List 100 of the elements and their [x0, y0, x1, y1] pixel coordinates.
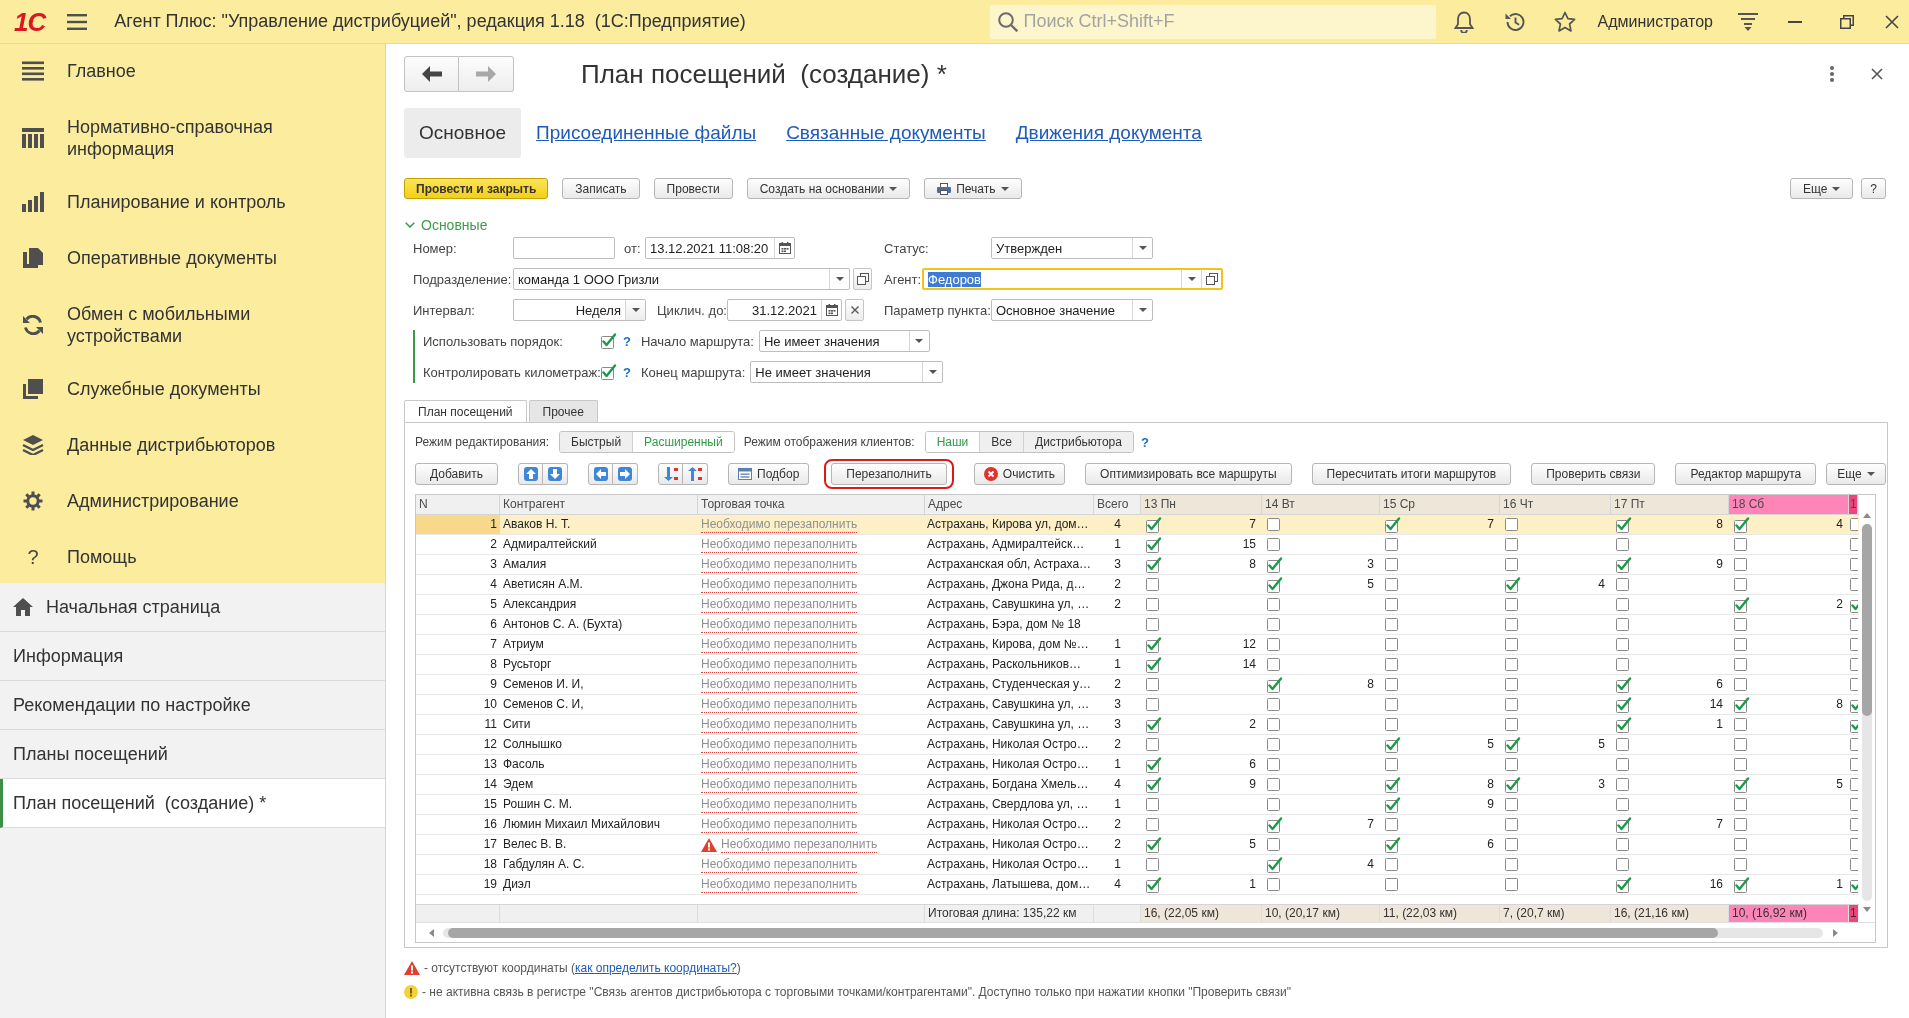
panel-tab[interactable]: План посещений: [404, 400, 527, 422]
command-button[interactable]: Печать: [924, 178, 1022, 199]
checkbox[interactable]: [1385, 878, 1398, 891]
toolbar-button[interactable]: Пересчитать итоги маршрутов: [1311, 463, 1512, 485]
checkbox[interactable]: [1385, 678, 1398, 691]
left-button[interactable]: [588, 463, 614, 485]
checkbox[interactable]: [1734, 858, 1747, 871]
checkbox[interactable]: [1616, 838, 1629, 851]
back-button[interactable]: [404, 56, 459, 92]
toolbar-button[interactable]: Перезаполнить: [831, 463, 947, 485]
checkbox[interactable]: [1385, 736, 1401, 753]
toolbar-button[interactable]: Проверить связи: [1531, 463, 1656, 485]
bell-icon[interactable]: [1453, 10, 1474, 33]
open-button[interactable]: [853, 268, 872, 290]
checkbox[interactable]: [1146, 578, 1159, 591]
sort-button[interactable]: [658, 463, 684, 485]
checkbox[interactable]: [1616, 738, 1629, 751]
toggle-option[interactable]: Все: [979, 432, 1023, 452]
command-button[interactable]: Провести: [653, 178, 733, 199]
route-end-field[interactable]: Не имеет значения: [750, 361, 944, 383]
table-row[interactable]: 13 Фасоль Необходимо перезаполнить Астрахань, Николая Остро… 1 6: [416, 755, 1859, 775]
checkbox[interactable]: [1616, 758, 1629, 771]
sidebar-item[interactable]: Планирование и контроль: [22, 190, 286, 213]
checkbox[interactable]: [1734, 678, 1747, 691]
checkbox[interactable]: [1505, 576, 1521, 593]
checkbox[interactable]: [1505, 776, 1521, 793]
checkbox[interactable]: [1385, 758, 1398, 771]
checkbox[interactable]: [1267, 556, 1283, 573]
checkbox[interactable]: [1734, 658, 1747, 671]
table-row[interactable]: 3 Амалия Необходимо перезаполнить Астраханская обл, Астраха… 3 8 3 9: [416, 555, 1859, 575]
date-field[interactable]: 13.12.2021 11:08:20: [645, 237, 795, 259]
checkbox[interactable]: [1734, 718, 1747, 731]
date-field[interactable]: 31.12.2021: [727, 299, 842, 321]
history-icon[interactable]: [1503, 10, 1526, 33]
table-row[interactable]: 17 Велес В. В. Необходимо перезаполнить Астрахань, Николая Остро… 2 5 6: [416, 835, 1859, 855]
checkbox[interactable]: [1385, 836, 1401, 853]
user-name[interactable]: Администратор: [1597, 12, 1713, 31]
checkbox[interactable]: [1850, 618, 1858, 631]
checkbox[interactable]: [1267, 758, 1280, 771]
table-row[interactable]: 19 Диэл Необходимо перезаполнить Астрахань, Латышева, дом… 4 1 16 1: [416, 875, 1859, 895]
help-link[interactable]: ?: [623, 364, 631, 380]
toggle-option[interactable]: Быстрый: [560, 432, 633, 452]
checkbox[interactable]: [601, 364, 617, 380]
search-field[interactable]: Поиск Ctrl+Shift+F: [989, 4, 1436, 39]
checkbox[interactable]: [1385, 578, 1398, 591]
help-link[interactable]: ?: [623, 333, 631, 349]
checkbox[interactable]: [1267, 576, 1283, 593]
vertical-scrollbar[interactable]: [1862, 524, 1872, 901]
checkbox[interactable]: [1734, 538, 1747, 551]
checkbox[interactable]: [1616, 778, 1629, 791]
checkbox[interactable]: [1267, 856, 1283, 873]
checkbox[interactable]: [1850, 738, 1858, 751]
checkbox[interactable]: [1850, 798, 1858, 811]
checkbox[interactable]: [1267, 676, 1283, 693]
up-button[interactable]: [518, 463, 544, 485]
checkbox[interactable]: [1616, 516, 1632, 533]
app-logo[interactable]: 1С: [14, 6, 46, 37]
table-row[interactable]: 10 Семенов С. И, Необходимо перезаполнить Астрахань, Савушкина ул, … 3 14 8: [416, 695, 1859, 715]
status-field[interactable]: Утвержден: [991, 237, 1153, 259]
checkbox[interactable]: [1850, 858, 1858, 871]
more-button[interactable]: Еще: [1826, 463, 1886, 485]
checkbox[interactable]: [1385, 538, 1398, 551]
more-icon[interactable]: [1830, 66, 1834, 82]
restore-icon[interactable]: [1840, 14, 1854, 29]
more-button[interactable]: Еще: [1789, 178, 1854, 199]
checkbox[interactable]: [1385, 618, 1398, 631]
menu-icon[interactable]: [67, 13, 88, 30]
checkbox[interactable]: [1505, 518, 1518, 531]
table-row[interactable]: 9 Семенов И. И, Необходимо перезаполнить Астрахань, Студенческая у… 2 8 6: [416, 675, 1859, 695]
scroll-right-icon[interactable]: [1833, 928, 1838, 937]
checkbox[interactable]: [1505, 818, 1518, 831]
sidebar-item[interactable]: Служебные документы: [22, 377, 261, 400]
panel-tab[interactable]: Прочее: [528, 400, 598, 422]
toolbar-button[interactable]: Редактор маршрута: [1675, 463, 1817, 485]
close-icon[interactable]: [1885, 14, 1899, 29]
table-row[interactable]: 12 Солнышко Необходимо перезаполнить Астрахань, Николая Остро… 2 5 5: [416, 735, 1859, 755]
checkbox[interactable]: [1850, 518, 1858, 531]
form-tab[interactable]: Присоединенные файлы: [521, 108, 772, 158]
checkbox[interactable]: [1267, 778, 1280, 791]
help-link[interactable]: ?: [1140, 434, 1149, 450]
checkbox[interactable]: [1146, 656, 1162, 673]
checkbox[interactable]: [1850, 778, 1858, 791]
checkbox[interactable]: [601, 333, 617, 349]
interval-field[interactable]: Неделя: [513, 299, 646, 321]
agent-field[interactable]: Федоров: [922, 268, 1223, 290]
checkbox[interactable]: [1505, 698, 1518, 711]
table-row[interactable]: 2 Адмиралтейский Необходимо перезаполнить Астрахань, Адмиралтейск… 1 15: [416, 535, 1859, 555]
open-page-item[interactable]: Рекомендации по настройке: [0, 681, 385, 730]
checkbox[interactable]: [1734, 558, 1747, 571]
checkbox[interactable]: [1146, 756, 1162, 773]
scroll-down-icon[interactable]: [1863, 907, 1871, 912]
checkbox[interactable]: [1385, 558, 1398, 571]
table-row[interactable]: 14 Эдем Необходимо перезаполнить Астрахань, Богдана Хмель… 4 9 8 3 5: [416, 775, 1859, 795]
scrollbar-thumb[interactable]: [1862, 524, 1872, 717]
checkbox[interactable]: [1505, 638, 1518, 651]
checkbox[interactable]: [1267, 618, 1280, 631]
checkbox[interactable]: [1616, 638, 1629, 651]
checkbox[interactable]: [1616, 816, 1632, 833]
checkbox[interactable]: [1734, 696, 1750, 713]
checkbox[interactable]: [1505, 838, 1518, 851]
